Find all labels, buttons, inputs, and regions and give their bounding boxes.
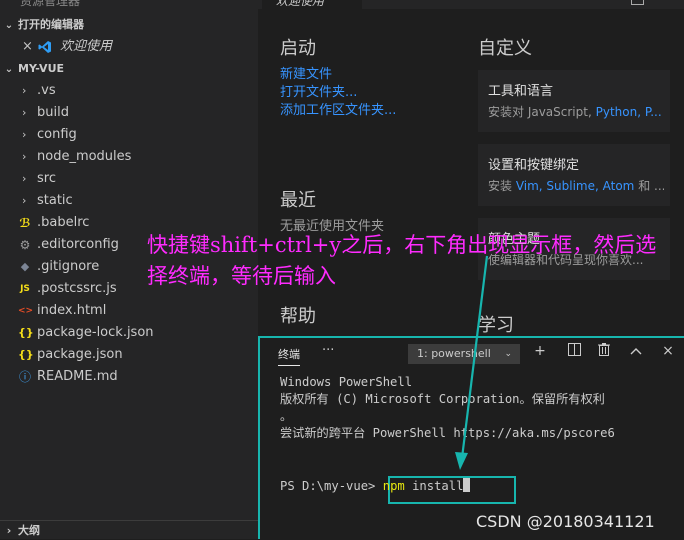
json-icon: {} bbox=[18, 326, 34, 339]
prompt: PS D:\my-vue> bbox=[280, 479, 383, 493]
chevron-right-icon: › bbox=[22, 172, 27, 185]
chevron-up-icon[interactable] bbox=[628, 343, 644, 359]
chevron-right-icon: › bbox=[22, 194, 27, 207]
vscode-icon bbox=[38, 41, 51, 53]
chevron-right-icon: › bbox=[6, 524, 12, 537]
json-icon: {} bbox=[18, 348, 34, 361]
folder-item[interactable]: › .vs bbox=[0, 80, 258, 102]
file-name: README.md bbox=[37, 369, 118, 384]
folder-name: config bbox=[37, 127, 77, 142]
card-settings-keybindings[interactable]: 设置和按键绑定 安装 Vim, Sublime, Atom 和 ... bbox=[478, 144, 670, 206]
babel-icon: ℬ bbox=[19, 216, 31, 230]
terminal-line: 尝试新的跨平台 PowerShell https://aka.ms/pscore… bbox=[280, 426, 615, 440]
open-editors-header[interactable]: ⌄ 打开的编辑器 bbox=[0, 14, 258, 36]
file-name: .babelrc bbox=[37, 215, 90, 230]
file-item[interactable]: ⓘ README.md bbox=[0, 366, 258, 388]
watermark: CSDN @20180341121 bbox=[476, 512, 655, 531]
open-editor-label: 欢迎使用 bbox=[60, 39, 113, 54]
chevron-right-icon: › bbox=[22, 106, 27, 119]
command-name: npm bbox=[382, 479, 405, 493]
project-header[interactable]: ⌄ MY-VUE bbox=[0, 58, 258, 80]
chevron-down-icon: ⌄ bbox=[4, 20, 14, 31]
gear-icon: ⚙ bbox=[19, 238, 31, 252]
file-item[interactable]: {} package.json bbox=[0, 344, 258, 366]
file-item[interactable]: {} package-lock.json bbox=[0, 322, 258, 344]
close-icon[interactable]: × bbox=[22, 36, 33, 58]
diamond-icon: ◆ bbox=[20, 260, 30, 273]
folder-name: build bbox=[37, 105, 69, 120]
help-title: 帮助 bbox=[280, 306, 316, 327]
plus-icon[interactable]: + bbox=[532, 343, 548, 359]
tab-welcome[interactable]: 欢迎使用 bbox=[262, 0, 362, 9]
terminal-output[interactable]: Windows PowerShell 版权所有 (C) Microsoft Cor… bbox=[280, 374, 615, 442]
folder-item[interactable]: › node_modules bbox=[0, 146, 258, 168]
sidebar-title: 资源管理器 bbox=[20, 0, 81, 8]
more-icon[interactable]: ··· bbox=[322, 343, 334, 358]
file-name: index.html bbox=[37, 303, 107, 318]
folder-item[interactable]: › src bbox=[0, 168, 258, 190]
card-desc: 安装对 JavaScript, Python, P... bbox=[488, 105, 662, 119]
chevron-down-icon: ⌄ bbox=[504, 349, 512, 359]
folder-name: static bbox=[37, 193, 73, 208]
terminal-line: 版权所有 (C) Microsoft Corporation。保留所有权利 bbox=[280, 392, 605, 406]
terminal-line: Windows PowerShell bbox=[280, 375, 413, 389]
card-title: 设置和按键绑定 bbox=[488, 158, 580, 173]
folder-item[interactable]: › config bbox=[0, 124, 258, 146]
annotation-text: 快捷键shift+ctrl+y之后，右下角出现显示框，然后选择终端，等待后输入 bbox=[147, 233, 657, 288]
tab-terminal[interactable]: 终端 bbox=[278, 346, 300, 366]
folder-name: .vs bbox=[37, 83, 56, 98]
chevron-right-icon: › bbox=[22, 84, 27, 97]
open-editor-item[interactable]: × 欢迎使用 bbox=[0, 36, 258, 58]
chevron-right-icon: › bbox=[22, 150, 27, 163]
js-icon: JS bbox=[20, 284, 30, 294]
folder-name: node_modules bbox=[37, 149, 132, 164]
learn-title: 学习 bbox=[478, 315, 514, 336]
card-title: 工具和语言 bbox=[488, 84, 554, 99]
folder-item[interactable]: › build bbox=[0, 102, 258, 124]
cursor bbox=[463, 478, 471, 492]
trash-icon[interactable] bbox=[596, 343, 612, 360]
terminal-panel: 终端 ··· 1: powershell ⌄ + × Windows Power… bbox=[258, 336, 684, 539]
terminal-line: 。 bbox=[280, 409, 293, 423]
split-editor-icon[interactable] bbox=[631, 0, 644, 5]
file-name: package-lock.json bbox=[37, 325, 154, 340]
info-icon: ⓘ bbox=[18, 370, 31, 384]
chevron-down-icon: ⌄ bbox=[4, 64, 14, 75]
card-tools-languages[interactable]: 工具和语言 安装对 JavaScript, Python, P... bbox=[478, 70, 670, 132]
recent-title: 最近 bbox=[280, 190, 316, 211]
file-name: .editorconfig bbox=[37, 237, 119, 252]
outline-header[interactable]: › 大纲 bbox=[0, 520, 258, 540]
html-icon: <> bbox=[18, 306, 34, 316]
file-name: .postcssrc.js bbox=[37, 281, 117, 296]
folder-item[interactable]: › static bbox=[0, 190, 258, 212]
split-icon[interactable] bbox=[566, 343, 582, 360]
customize-title: 自定义 bbox=[478, 38, 532, 59]
close-icon[interactable]: × bbox=[660, 343, 676, 359]
terminal-header: 终端 ··· 1: powershell ⌄ + × bbox=[260, 338, 684, 370]
chevron-right-icon: › bbox=[22, 128, 27, 141]
start-title: 启动 bbox=[280, 38, 316, 59]
open-folder-link[interactable]: 打开文件夹... bbox=[280, 81, 357, 100]
shell-select[interactable]: 1: powershell ⌄ bbox=[408, 344, 520, 364]
terminal-prompt-line[interactable]: PS D:\my-vue> npm install bbox=[280, 478, 471, 495]
command-args: install bbox=[404, 479, 464, 493]
file-item[interactable]: <> index.html bbox=[0, 300, 258, 322]
file-name: .gitignore bbox=[37, 259, 100, 274]
tab-strip: 欢迎使用 bbox=[258, 0, 684, 9]
folder-name: src bbox=[37, 171, 56, 186]
add-workspace-folder-link[interactable]: 添加工作区文件夹... bbox=[280, 99, 396, 118]
file-name: package.json bbox=[37, 347, 123, 362]
new-file-link[interactable]: 新建文件 bbox=[280, 63, 332, 82]
card-desc: 安装 Vim, Sublime, Atom 和 ... bbox=[488, 179, 664, 193]
